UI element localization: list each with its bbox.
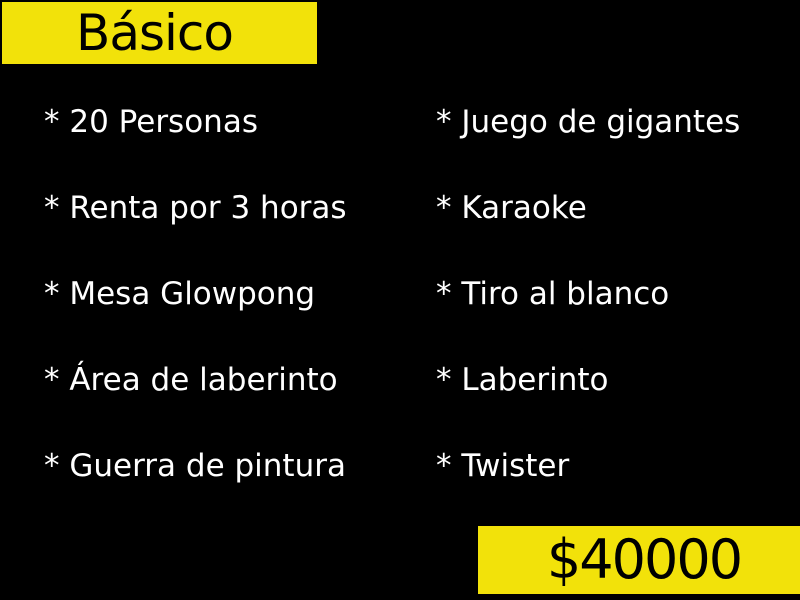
- package-slide: Básico * 20 Personas * Renta por 3 horas…: [0, 0, 800, 600]
- feature-item: * Twister: [436, 448, 570, 484]
- price-banner: $40000: [478, 526, 800, 594]
- feature-item: * Mesa Glowpong: [44, 276, 316, 312]
- features-list-left: * 20 Personas * Renta por 3 horas * Mesa…: [44, 100, 347, 530]
- feature-item: * Renta por 3 horas: [44, 190, 347, 226]
- feature-item: * Juego de gigantes: [436, 104, 741, 140]
- feature-item: * Área de laberinto: [44, 362, 338, 398]
- features-list-right: * Juego de gigantes * Karaoke * Tiro al …: [436, 100, 740, 530]
- feature-item: * Guerra de pintura: [44, 448, 346, 484]
- feature-item: * Laberinto: [436, 362, 609, 398]
- feature-item: * 20 Personas: [44, 104, 258, 140]
- feature-item: * Tiro al blanco: [436, 276, 670, 312]
- package-title: Básico: [76, 4, 234, 62]
- title-banner: Básico: [2, 2, 317, 64]
- package-price: $40000: [546, 528, 743, 591]
- feature-item: * Karaoke: [436, 190, 587, 226]
